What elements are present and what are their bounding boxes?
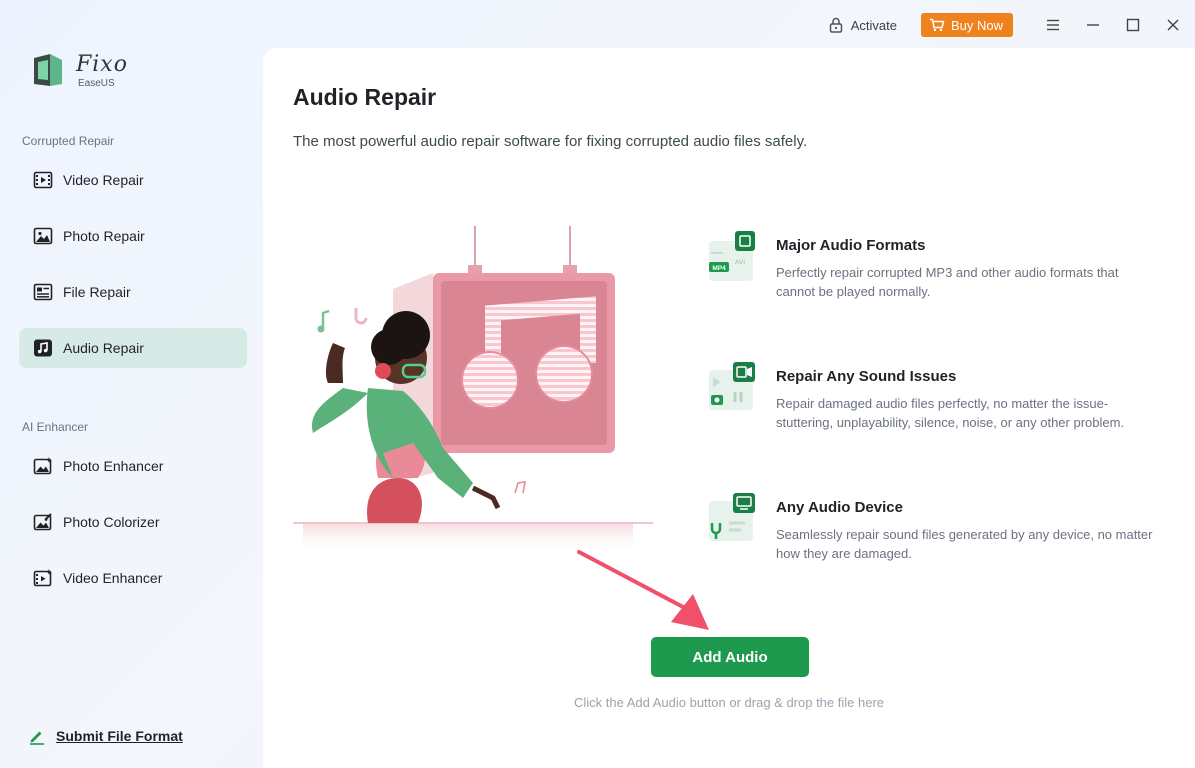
- audio-device-icon: [709, 493, 755, 541]
- drop-hint: Click the Add Audio button or drag & dro…: [573, 695, 885, 710]
- sidebar-item-audio-repair[interactable]: Audio Repair: [19, 328, 247, 368]
- hamburger-icon: [1047, 19, 1059, 31]
- pencil-icon: [30, 731, 44, 745]
- sidebar-item-label: Photo Enhancer: [63, 458, 164, 474]
- sidebar-item-label: Video Enhancer: [63, 570, 163, 586]
- feature-any-audio-device: Any Audio Device Seamlessly repair sound…: [707, 493, 1167, 583]
- sidebar-item-photo-colorizer[interactable]: Photo Colorizer: [19, 502, 247, 542]
- maximize-icon: [1126, 18, 1140, 32]
- main-panel: Audio Repair The most powerful audio rep…: [263, 48, 1195, 768]
- audio-icon: [33, 338, 53, 358]
- submit-file-format-label: Submit File Format: [56, 728, 183, 744]
- feature-major-audio-formats: MP4 AVI Major Audio Formats Perfectly re…: [707, 231, 1167, 321]
- sidebar-item-photo-repair[interactable]: Photo Repair: [19, 216, 247, 256]
- sound-issues-icon: [709, 362, 755, 410]
- menu-button[interactable]: [1033, 12, 1073, 38]
- buy-now-label: Buy Now: [950, 17, 1003, 33]
- mp4-badge: MP4: [712, 265, 726, 272]
- maximize-button[interactable]: [1113, 12, 1153, 38]
- submit-file-format-link[interactable]: Submit File Format: [28, 727, 183, 745]
- fixo-logo-icon: [34, 54, 62, 86]
- photo-colorize-icon: [33, 512, 53, 532]
- video-icon: [33, 170, 53, 190]
- minimize-button[interactable]: [1073, 12, 1113, 38]
- sidebar-item-label: Video Repair: [63, 172, 144, 188]
- sidebar-item-photo-enhancer[interactable]: Photo Enhancer: [19, 446, 247, 486]
- section-ai-enhancer: AI Enhancer: [22, 420, 89, 434]
- sidebar: Fixo EaseUS Corrupted Repair Video Repai…: [0, 0, 263, 768]
- sidebar-item-label: File Repair: [63, 284, 131, 300]
- audio-formats-icon: MP4 AVI: [709, 231, 755, 281]
- close-button[interactable]: [1153, 12, 1193, 38]
- sidebar-item-label: Photo Colorizer: [63, 514, 160, 530]
- app-logo: Fixo EaseUS: [28, 48, 148, 92]
- feature-title: Repair Any Sound Issues: [776, 368, 957, 385]
- video-enhance-icon: [33, 568, 53, 588]
- sidebar-item-label: Photo Repair: [63, 228, 145, 244]
- minimize-icon: [1087, 24, 1099, 26]
- sidebar-item-video-enhancer[interactable]: Video Enhancer: [19, 558, 247, 598]
- sidebar-item-label: Audio Repair: [63, 340, 144, 356]
- lock-icon: [829, 17, 842, 33]
- sidebar-item-file-repair[interactable]: File Repair: [19, 272, 247, 312]
- audio-repair-illustration: [293, 226, 653, 553]
- brand-sub: EaseUS: [78, 78, 115, 89]
- brand-name: Fixo: [76, 52, 128, 77]
- feature-title: Major Audio Formats: [776, 237, 926, 254]
- feature-description: Perfectly repair corrupted MP3 and other…: [776, 265, 1119, 299]
- feature-description: Seamlessly repair sound files generated …: [776, 527, 1153, 561]
- photo-enhance-icon: [33, 456, 53, 476]
- page-title: Audio Repair: [293, 84, 437, 110]
- feature-repair-sound-issues: Repair Any Sound Issues Repair damaged a…: [707, 362, 1167, 452]
- close-icon: [1167, 19, 1179, 31]
- cart-icon: [929, 18, 945, 32]
- buy-now-button[interactable]: Buy Now: [920, 13, 1013, 37]
- feature-title: Any Audio Device: [776, 499, 903, 516]
- activate-button[interactable]: Activate: [829, 17, 897, 33]
- page-subtitle: The most powerful audio repair software …: [293, 133, 808, 150]
- feature-description: Repair damaged audio files perfectly, no…: [776, 396, 1125, 430]
- activate-label: Activate: [850, 17, 897, 33]
- photo-icon: [33, 226, 53, 246]
- add-audio-button[interactable]: Add Audio: [651, 637, 809, 677]
- avi-badge: AVI: [735, 259, 745, 266]
- pointer-arrow: [577, 550, 709, 630]
- section-corrupted-repair: Corrupted Repair: [22, 134, 115, 148]
- title-bar: Activate Buy Now: [829, 12, 1195, 38]
- sidebar-item-video-repair[interactable]: Video Repair: [19, 160, 247, 200]
- file-icon: [33, 282, 53, 302]
